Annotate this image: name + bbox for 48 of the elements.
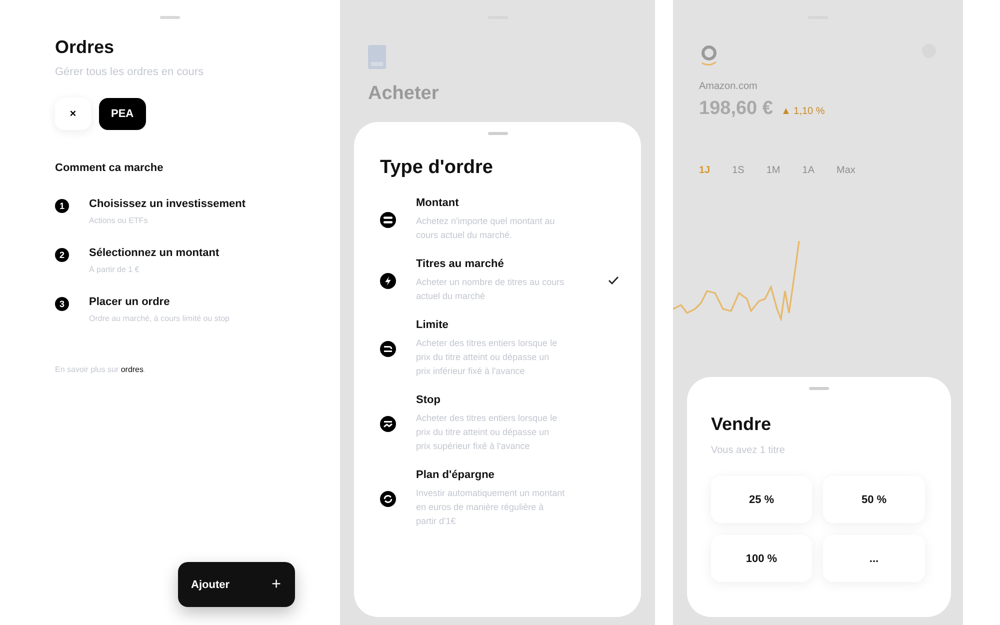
amount-option[interactable]: 50 % [823,476,925,523]
learn-more-text: En savoir plus sur ordres. [55,365,147,374]
step-number: 2 [55,248,69,262]
filter-chip[interactable]: PEA [99,98,146,130]
option-description: Acheter des titres entiers lorsque le prix du titre atteint ou dépasse un prix inférieur fixé à l'avance [416,337,558,378]
option-description: Achetez n'importe quel montant au cours actuel du marché. [416,215,556,242]
step-description: À partir de 1 € [89,265,140,274]
step-title: Placer un ordre [89,296,171,308]
limit-icon [380,340,396,356]
amount-option[interactable]: 100 % [711,535,812,582]
option-title[interactable]: Limite [416,319,566,331]
option-title[interactable]: Titres au marché [416,258,566,270]
step-description: Ordre au marché, à cours limité ou stop [89,314,230,323]
company-name: Amazon.com [699,81,758,92]
lines-icon [380,212,396,228]
option-description: Acheter un nombre de titres au cours actuel du marché [416,276,566,303]
option-title[interactable]: Plan d'épargne [416,469,566,481]
sheet-title: Vendre [711,414,772,435]
cycle-icon [380,490,396,506]
drag-handle[interactable] [160,16,180,19]
step-number: 3 [55,297,69,311]
price-change: ▲ 1,10 % [780,106,825,117]
subtitle: Gérer tous les ordres en cours [55,66,205,78]
option-title[interactable]: Montant [416,197,566,209]
step-title: Choisissez un investissement [89,198,246,210]
drag-handle[interactable] [809,387,829,390]
filter-chip[interactable]: × [55,98,91,130]
option-description: Acheter des titres entiers lorsque le prix du titre atteint ou dépasse un prix supérieur fixé à l'avance [416,412,558,453]
screen-title: Acheter [368,83,440,105]
drag-handle[interactable] [488,132,508,135]
lightning-icon [380,272,396,288]
trend-icon [380,416,396,432]
bank-logo-icon [368,45,386,69]
orders-link[interactable]: ordres [120,365,144,374]
amount-option[interactable]: ... [823,535,925,582]
logo-icon [699,43,719,67]
amount-option[interactable]: 25 % [711,476,812,523]
step-description: Actions ou ETFs [89,216,149,225]
step-number: 1 [55,199,69,213]
sheet-subtitle: Vous avez 1 titre [711,445,786,456]
add-button[interactable]: Ajouter + [178,562,295,607]
option-title[interactable]: Stop [416,394,566,406]
screen-title: Ordres [55,37,116,58]
sheet-title: Type d'ordre [380,157,494,179]
option-description: Investir automatiquement un montant en euros de manière régulière à partir d'1€ [416,487,566,528]
step-title: Sélectionnez un montant [89,247,220,259]
stock-price: 198,60 € [699,98,773,120]
section-title: Comment ca marche [55,162,164,174]
